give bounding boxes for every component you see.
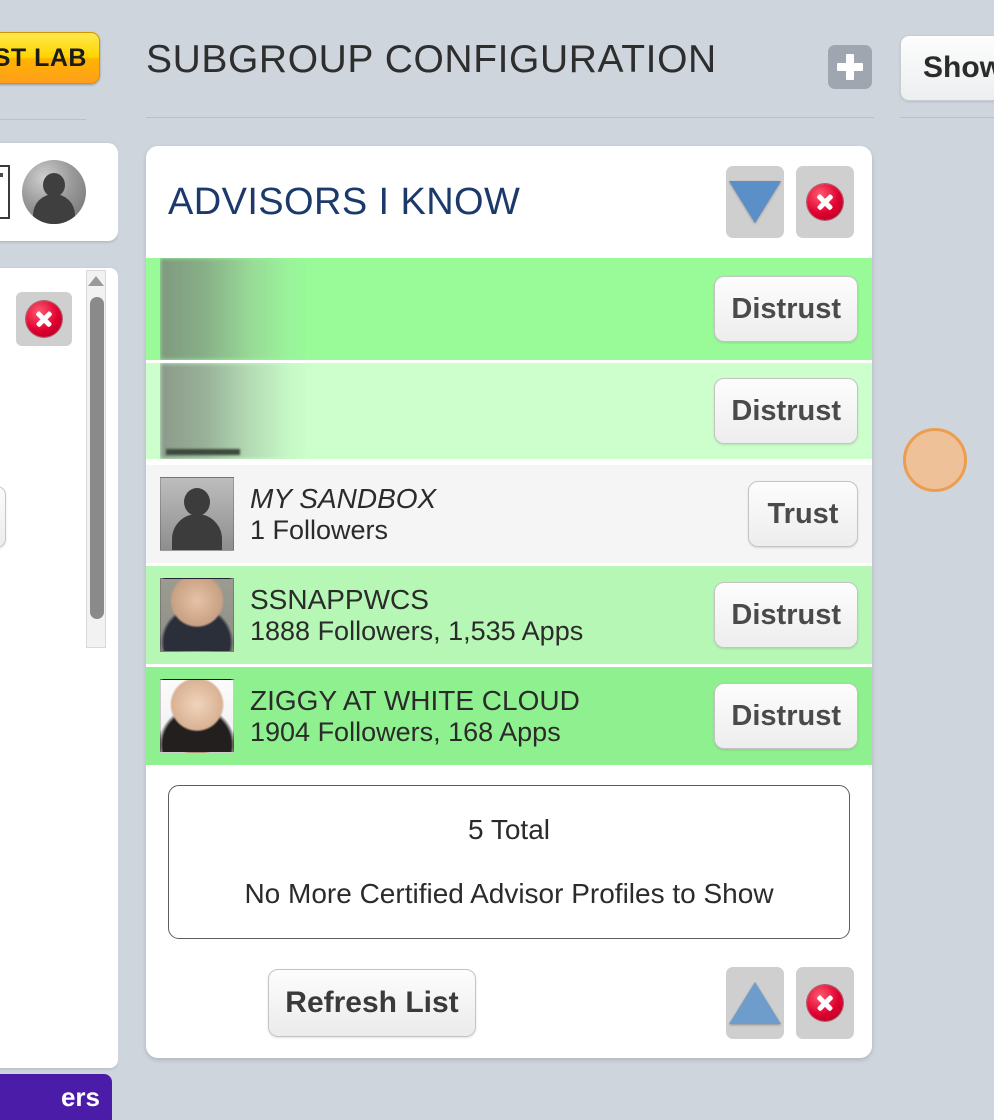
advisor-stats: 1904 Followers, 168 Apps [250,716,561,747]
sidebar-divider [0,119,86,120]
summary-box: 5 Total No More Certified Advisor Profil… [168,785,850,939]
table-row[interactable]: MY SANDBOX 1 Followers Trust [146,465,872,563]
refresh-list-button[interactable]: Refresh List [268,969,476,1037]
advisor-name: ZIGGY AT WHITE CLOUD [250,684,580,716]
table-row[interactable]: Distrust [146,258,872,360]
row-text: SSNAPPWCS 1888 Followers, 1,535 Apps [250,584,714,647]
trust-toggle-button[interactable]: Distrust [714,276,858,342]
sidebar-panel: t ort d rance T+0 und rint All [0,268,118,1068]
close-x-icon [807,184,843,220]
sidebar-purple-button[interactable]: ers [0,1074,112,1120]
add-subgroup-button[interactable] [828,45,872,89]
card-close-button[interactable] [796,166,854,238]
table-row[interactable]: ZIGGY AT WHITE CLOUD 1904 Followers, 168… [146,667,872,765]
card-header: ADVISORS I KNOW [146,146,872,258]
advisor-stats: 1 Followers [250,514,389,545]
sidebar-scrollbar[interactable] [86,270,106,648]
click-target-circle [903,428,967,492]
advisor-name: SSNAPPWCS [250,583,429,615]
row-text: MY SANDBOX 1 Followers [250,483,748,546]
no-more-profiles-label: No More Certified Advisor Profiles to Sh… [244,878,774,909]
card-expand-button[interactable] [726,967,784,1039]
scroll-up-arrow-icon[interactable] [88,276,104,286]
footer-icon-group [714,967,854,1039]
advisor-list: Distrust Distrust MY SANDBOX 1 Followers… [146,258,872,765]
left-sidebar: ST LAB t ort d rance T+0 und rint All er… [0,0,118,1120]
show-button[interactable]: Show [900,35,994,101]
page-title: SUBGROUP CONFIGURATION [146,38,717,81]
triangle-down-icon [729,181,781,223]
sidebar-button-2[interactable]: ort [0,486,6,548]
sidebar-close-button[interactable] [16,292,72,346]
trust-toggle-button[interactable]: Distrust [714,378,858,444]
header-divider-right [900,117,994,118]
scrollbar-thumb[interactable] [90,297,104,619]
total-count-label: 5 Total [468,814,550,845]
user-avatar-icon[interactable] [22,160,86,224]
card-collapse-button[interactable] [726,166,784,238]
plus-icon [837,54,863,80]
photo-avatar-a [160,578,234,652]
trust-toggle-button[interactable]: Trust [748,481,858,547]
table-row[interactable]: Distrust [146,363,872,459]
photo-avatar-b [160,679,234,753]
header-divider [146,117,874,118]
advisor-name: MY SANDBOX [250,482,437,514]
advisors-card: ADVISORS I KNOW Distrust Distrust MY SAN… [146,146,872,1058]
close-x-icon [26,301,62,337]
advisor-stats: 1888 Followers, 1,535 Apps [250,615,584,646]
trust-toggle-button[interactable]: Distrust [714,683,858,749]
card-footer: Refresh List [146,939,872,1039]
card-footer-close-button[interactable] [796,967,854,1039]
close-x-icon [807,985,843,1021]
user-profile-card[interactable] [0,143,118,241]
redacted-avatar [160,363,714,459]
silhouette-avatar [160,477,234,551]
trust-toggle-button[interactable]: Distrust [714,582,858,648]
table-row[interactable]: SSNAPPWCS 1888 Followers, 1,535 Apps Dis… [146,566,872,664]
form-list-icon [0,165,10,219]
redacted-avatar [160,258,714,360]
triangle-up-icon [729,982,781,1024]
row-text: ZIGGY AT WHITE CLOUD 1904 Followers, 168… [250,685,714,748]
card-title: ADVISORS I KNOW [168,180,521,223]
brand-badge[interactable]: ST LAB [0,32,100,84]
